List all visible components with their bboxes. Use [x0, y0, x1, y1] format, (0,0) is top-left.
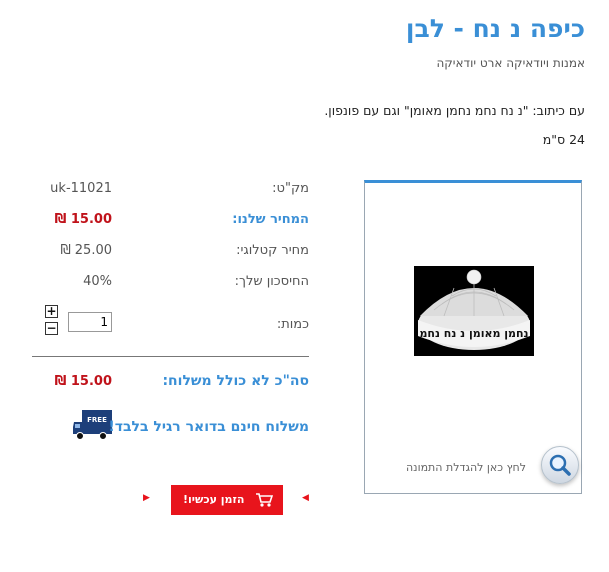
page-title: כיפה נ נח - לבן: [405, 14, 585, 43]
catalog-price-value: 25.00 ₪: [60, 243, 112, 258]
total-label: סה"כ לא כולל משלוח:: [162, 373, 309, 389]
order-now-button[interactable]: הזמן עכשיו!: [171, 485, 283, 515]
zoom-hint[interactable]: לחץ כאן להגדלת התמונה: [406, 461, 526, 474]
arrow-right-icon: ◀: [302, 493, 309, 503]
divider: [32, 356, 309, 357]
total-value: 15.00 ₪: [54, 374, 112, 389]
sku-value: uk-11021: [50, 181, 112, 196]
product-size: 24 ס"מ: [542, 132, 585, 147]
our-price-value: 15.00 ₪: [54, 212, 112, 227]
quantity-decrease-button[interactable]: −: [45, 322, 58, 335]
catalog-price-label: מחיר קטלוגי:: [236, 243, 309, 258]
order-now-label: הזמן עכשיו!: [183, 493, 245, 506]
zoom-button[interactable]: [541, 446, 579, 484]
arrow-left-icon: ▶: [143, 493, 150, 503]
sku-label: מק"ט:: [272, 181, 309, 196]
savings-value: 40%: [83, 274, 112, 289]
free-badge: FREE: [87, 416, 107, 424]
product-description: עם כיתוב: "נ נח נחמ נחמן מאומן" וגם עם פ…: [324, 103, 585, 118]
cart-icon: [256, 493, 273, 507]
quantity-input[interactable]: [68, 312, 112, 332]
savings-label: החיסכון שלך:: [234, 274, 309, 289]
kippah-image: נחמן מאומן נ נח נחמ: [414, 266, 534, 356]
free-shipping-text: משלוח חינם בדואר רגיל בלבד!: [108, 419, 309, 435]
our-price-label: המחיר שלנו:: [232, 212, 309, 227]
product-image[interactable]: נחמן מאומן נ נח נחמ: [414, 266, 534, 356]
quantity-label: כמות:: [276, 317, 309, 332]
kippah-embroidery: נחמן מאומן נ נח נחמ: [419, 327, 528, 340]
quantity-increase-button[interactable]: +: [45, 305, 58, 318]
magnifier-icon: [549, 454, 571, 476]
category-breadcrumb[interactable]: אמנות ויודאיקה ארט יודאיקה: [436, 56, 585, 70]
